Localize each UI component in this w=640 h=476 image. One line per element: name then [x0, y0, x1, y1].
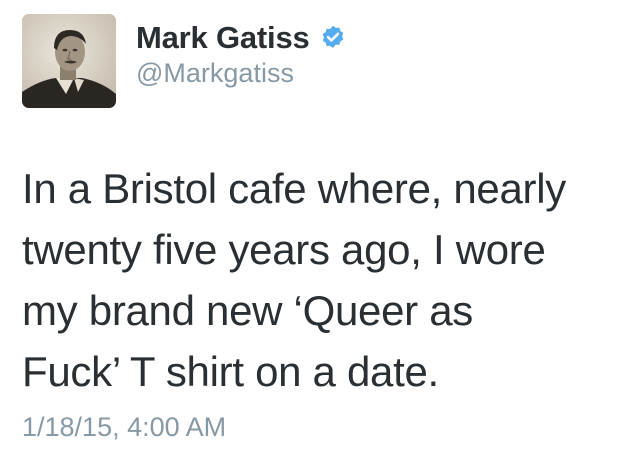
author-name-row: Mark Gatiss	[136, 18, 347, 58]
avatar[interactable]	[22, 14, 116, 108]
verified-badge-icon	[319, 24, 347, 52]
author-handle[interactable]: @Markgatiss	[136, 58, 294, 89]
tweet-text: In a Bristol cafe where, nearly twenty f…	[22, 158, 622, 402]
tweet-text-line: In a Bristol cafe where, nearly	[22, 165, 566, 212]
profile-photo-icon	[22, 14, 116, 108]
tweet-card: Mark Gatiss @Markgatiss In a Bristol caf…	[0, 0, 640, 476]
tweet-timestamp[interactable]: 1/18/15, 4:00 AM	[22, 412, 226, 443]
tweet-text-line: my brand new ‘Queer as	[22, 287, 473, 334]
tweet-text-line: twenty five years ago, I wore	[22, 226, 546, 273]
author-display-name[interactable]: Mark Gatiss	[136, 20, 310, 56]
tweet-text-line: Fuck’ T shirt on a date.	[22, 348, 439, 395]
